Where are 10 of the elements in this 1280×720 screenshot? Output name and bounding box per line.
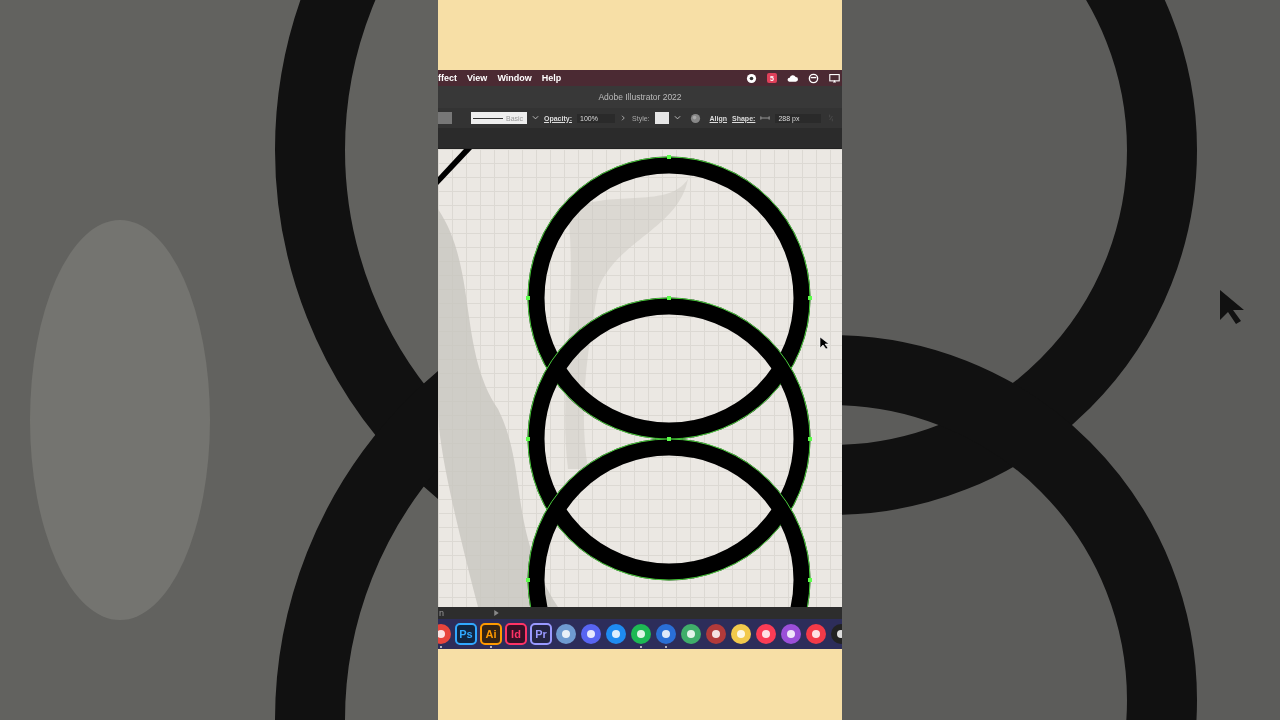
- menu-item[interactable]: Window: [497, 73, 532, 83]
- app-icon[interactable]: Id: [505, 623, 527, 645]
- window-title: Adobe Illustrator 2022: [598, 92, 682, 102]
- menu-item[interactable]: Help: [541, 73, 562, 83]
- status-text: n: [439, 608, 444, 618]
- menu-item[interactable]: ffect: [438, 73, 457, 83]
- app-icon[interactable]: Ps: [455, 623, 477, 645]
- app-icon[interactable]: Ai: [480, 623, 502, 645]
- app-icon[interactable]: Pr: [530, 623, 552, 645]
- menu-item[interactable]: View: [467, 73, 488, 83]
